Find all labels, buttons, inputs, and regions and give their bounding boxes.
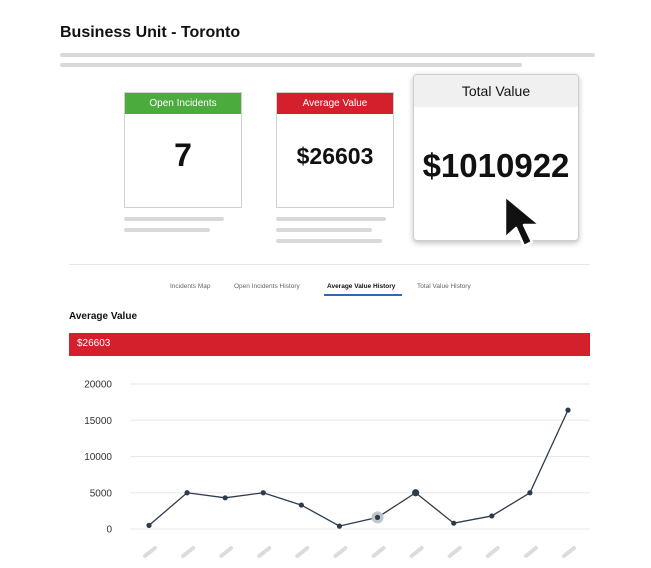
average-value-value: $26603 [296, 143, 374, 169]
section-title: Average Value [69, 311, 138, 322]
x-tick-placeholder [295, 546, 310, 558]
x-tick-placeholder [143, 546, 157, 558]
data-point [146, 522, 152, 528]
data-point [412, 489, 420, 497]
cursor-icon [503, 194, 542, 248]
data-point [222, 495, 228, 501]
data-point [374, 514, 381, 520]
data-point [489, 513, 495, 519]
x-tick-placeholder [523, 546, 538, 558]
x-tick-placeholder [181, 546, 196, 558]
x-tick-placeholder [333, 546, 348, 558]
average-value-history-chart: 0 5000 10000 15000 20000 [84, 380, 590, 558]
y-tick-label: 20000 [84, 380, 112, 391]
x-tick-placeholder [447, 546, 462, 558]
total-value-card[interactable]: Total Value $1010922 [413, 74, 579, 241]
x-tick-placeholder [371, 546, 386, 558]
x-tick-placeholder [409, 546, 424, 558]
average-value-bar: $26603 [69, 333, 590, 356]
y-tick-label: 15000 [84, 416, 112, 427]
average-value-bar-text: $26603 [77, 338, 111, 349]
series-line [148, 409, 569, 527]
history-tabs: Incidents Map Open Incidents History Ave… [0, 283, 651, 297]
tab-open-incidents-history[interactable]: Open Incidents History [234, 283, 300, 290]
placeholder-line [124, 217, 224, 221]
data-point [527, 490, 533, 496]
data-point [565, 407, 571, 413]
placeholder-line [124, 228, 210, 232]
card-header: Average Value [277, 93, 393, 114]
data-point [336, 523, 343, 529]
data-point [184, 490, 190, 496]
tab-incidents-map[interactable]: Incidents Map [170, 283, 210, 290]
open-incidents-card[interactable]: Open Incidents 7 [124, 92, 242, 208]
tab-total-value-history[interactable]: Total Value History [417, 283, 471, 290]
page-title: Business Unit - Toronto [60, 24, 241, 41]
data-point [298, 502, 304, 508]
placeholder-line [276, 228, 372, 232]
placeholder-line [60, 53, 595, 57]
placeholder-line [60, 63, 522, 67]
card-header: Total Value [414, 75, 578, 107]
placeholder-line [276, 239, 382, 243]
active-tab-underline [324, 294, 402, 296]
y-tick-label: 5000 [90, 488, 113, 499]
average-value-card[interactable]: Average Value $26603 [276, 92, 394, 208]
card-header: Open Incidents [125, 93, 241, 114]
data-point [451, 520, 457, 526]
open-incidents-value: 7 [174, 137, 192, 173]
tab-average-value-history[interactable]: Average Value History [327, 283, 395, 290]
data-point [260, 490, 266, 496]
x-tick-placeholder [219, 546, 234, 558]
placeholder-line [276, 217, 386, 221]
x-tick-placeholder [562, 546, 576, 558]
total-value-value: $1010922 [422, 147, 570, 184]
x-tick-placeholder [257, 546, 272, 558]
y-tick-label: 0 [106, 525, 112, 536]
divider [69, 264, 590, 265]
x-tick-placeholder [485, 546, 500, 558]
y-tick-label: 10000 [84, 452, 112, 463]
